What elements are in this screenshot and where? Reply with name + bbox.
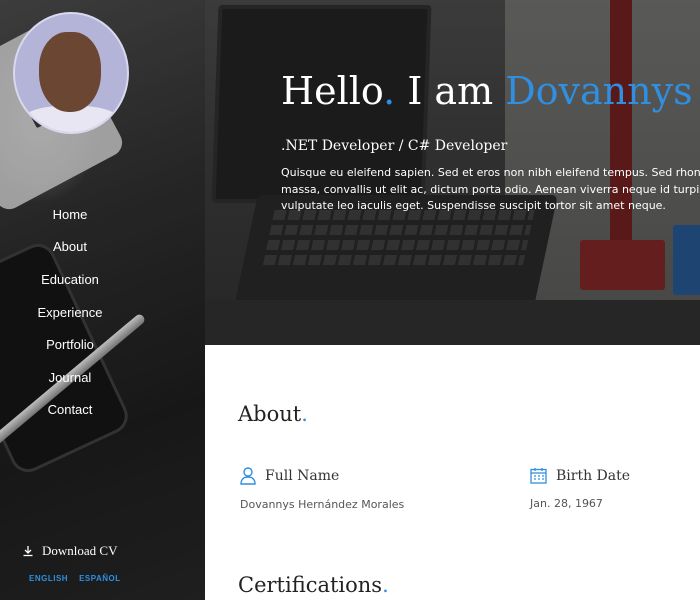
hero-greeting: Hello xyxy=(281,69,384,113)
nav-item-contact[interactable]: Contact xyxy=(0,394,140,427)
full-name-value: Dovannys Hernández Morales xyxy=(240,498,405,511)
birth-date-value: Jan. 28, 1967 xyxy=(530,497,603,510)
certifications-title: Certifications. xyxy=(238,573,389,597)
nav-item-journal[interactable]: Journal xyxy=(0,361,140,394)
about-title-text: About xyxy=(238,402,302,426)
hero-i-am: I am xyxy=(395,69,506,113)
language-espanol-link[interactable]: ESPAÑOL xyxy=(79,574,121,583)
certifications-title-text: Certifications xyxy=(238,573,383,597)
hero-title: Hello. I am Dovannys xyxy=(281,72,693,110)
download-icon xyxy=(23,546,33,557)
hero-name: Dovannys xyxy=(505,69,693,113)
user-icon xyxy=(240,467,256,485)
sidebar: Home About Education Experience Portfoli… xyxy=(0,0,205,600)
certifications-title-dot: . xyxy=(382,573,389,597)
avatar-head xyxy=(39,32,101,112)
avatar xyxy=(13,12,129,134)
hero-subtitle: .NET Developer / C# Developer xyxy=(281,138,508,154)
full-name-label: Full Name xyxy=(265,468,340,484)
main-nav: Home About Education Experience Portfoli… xyxy=(0,198,140,426)
language-switcher: ENGLISH ESPAÑOL xyxy=(29,574,121,583)
about-title: About. xyxy=(238,402,308,426)
about-title-dot: . xyxy=(301,402,308,426)
language-english-link[interactable]: ENGLISH xyxy=(29,574,68,583)
hero-banner: Hello. I am Dovannys .NET Developer / C#… xyxy=(205,0,700,345)
nav-item-home[interactable]: Home xyxy=(0,198,140,231)
birth-date-field: Birth Date Jan. 28, 1967 xyxy=(530,467,631,511)
download-cv-label: Download CV xyxy=(42,543,118,558)
hero-description: Quisque eu eleifend sapien. Sed et eros … xyxy=(281,166,700,212)
nav-item-portfolio[interactable]: Portfolio xyxy=(0,328,140,361)
main-content: About. Full Name Dovannys Hernández Mora… xyxy=(205,345,700,600)
nav-item-education[interactable]: Education xyxy=(0,263,140,296)
nav-item-experience[interactable]: Experience xyxy=(0,296,140,329)
hero-dot: . xyxy=(383,69,396,113)
full-name-field: Full Name Dovannys Hernández Morales xyxy=(240,467,404,511)
birth-date-label: Birth Date xyxy=(556,467,631,484)
nav-item-about[interactable]: About xyxy=(0,231,140,264)
download-cv-button[interactable]: Download CV xyxy=(22,543,117,559)
calendar-icon xyxy=(530,468,547,484)
